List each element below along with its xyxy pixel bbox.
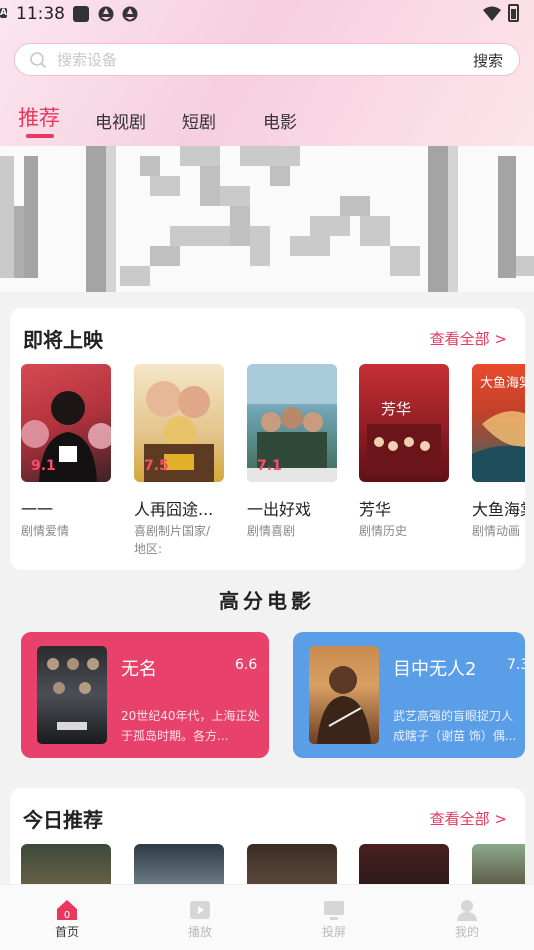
nav-play-label: 播放 xyxy=(187,925,212,939)
play-icon xyxy=(190,901,210,919)
tab-tv-series[interactable]: 电视剧 xyxy=(95,108,146,133)
bottom-navigation: 0 首页 播放 投屏 我的 xyxy=(0,884,534,950)
high-score-description: 武艺高强的盲眼捉刀人成瞎子（谢苗 饰）偶... xyxy=(393,709,517,743)
notification-square-icon xyxy=(73,6,89,22)
category-tabs: 推荐 电视剧 短剧 电影 xyxy=(0,100,534,140)
movie-title: 大鱼海棠 xyxy=(472,500,525,519)
search-button[interactable]: 搜索 xyxy=(473,50,503,71)
today-title: 今日推荐 xyxy=(23,808,103,832)
aperture-icon xyxy=(98,6,114,22)
poster-title-text: 大鱼海棠 xyxy=(480,376,525,391)
banner-image[interactable] xyxy=(0,146,534,292)
tab-recommend[interactable]: 推荐 xyxy=(18,102,60,132)
tab-short-drama[interactable]: 短剧 xyxy=(182,108,216,133)
today-section: 今日推荐 查看全部 > xyxy=(10,788,525,898)
high-score-movie-title: 目中无人2 xyxy=(393,659,477,680)
movie-title: 人再囧途... xyxy=(134,500,214,519)
aperture-icon xyxy=(122,6,138,22)
upcoming-title: 即将上映 xyxy=(23,328,103,352)
upcoming-section: 即将上映 查看全部 > 9.1 一一 剧情爱情 7.5 人再囧途... 喜剧制片… xyxy=(10,308,525,570)
high-score-rating: 7.3 xyxy=(507,657,525,673)
high-score-card[interactable]: 目中无人2 7.3 武艺高强的盲眼捉刀人成瞎子（谢苗 饰）偶... xyxy=(293,632,525,758)
svg-text:0: 0 xyxy=(64,910,70,921)
nav-home[interactable]: 0 首页 xyxy=(27,885,107,950)
movie-genre: 剧情历史 xyxy=(359,524,408,538)
high-score-description: 20世纪40年代，上海正处于孤岛时期。各方... xyxy=(121,709,260,743)
movie-poster xyxy=(309,646,379,744)
nav-cast[interactable]: 投屏 xyxy=(294,885,374,950)
movie-genre: 剧情爱情 xyxy=(21,524,70,538)
nav-play[interactable]: 播放 xyxy=(160,885,240,950)
movie-title: 一一 xyxy=(21,500,54,519)
nav-profile-label: 我的 xyxy=(454,925,479,939)
tab-active-indicator xyxy=(26,134,54,138)
high-score-card[interactable]: 无名 6.6 20世纪40年代，上海正处于孤岛时期。各方... xyxy=(21,632,269,758)
movie-rating: 7.1 xyxy=(257,458,282,474)
nav-cast-label: 投屏 xyxy=(321,925,346,939)
movie-title: 芳华 xyxy=(359,500,392,519)
movie-rating: 7.5 xyxy=(144,458,169,474)
movie-genre: 剧情动画 xyxy=(472,524,521,538)
cast-icon xyxy=(324,901,344,920)
search-icon xyxy=(30,52,47,69)
movie-poster: 芳华 xyxy=(359,364,449,482)
user-icon xyxy=(457,900,477,921)
high-score-movie-title: 无名 xyxy=(121,659,157,680)
status-bar: 11:38 A xyxy=(0,0,534,28)
nav-profile[interactable]: 我的 xyxy=(427,885,507,950)
tab-movies[interactable]: 电影 xyxy=(263,108,297,133)
poster-title-text: 芳华 xyxy=(381,400,412,418)
search-bar[interactable]: 搜索 xyxy=(14,43,520,76)
movie-title: 一出好戏 xyxy=(247,500,312,519)
nav-home-label: 首页 xyxy=(54,925,79,939)
upcoming-view-all-link[interactable]: 查看全部 > xyxy=(430,328,507,349)
banner-pixel-art xyxy=(0,146,534,292)
movie-genre: 剧情喜剧 xyxy=(247,524,296,538)
status-time: 11:38 xyxy=(16,4,65,24)
wifi-icon xyxy=(483,6,501,21)
movie-rating: 9.1 xyxy=(31,458,56,474)
today-view-all-link[interactable]: 查看全部 > xyxy=(430,808,507,829)
search-input[interactable] xyxy=(57,48,437,72)
notification-a-icon: A xyxy=(0,8,7,18)
movie-genre: 喜剧制片国家/地区: xyxy=(134,524,211,556)
high-score-title: 高分电影 xyxy=(219,589,315,613)
high-score-rating: 6.6 xyxy=(235,657,258,673)
movie-poster: 大鱼海棠 xyxy=(472,364,525,482)
battery-icon xyxy=(508,4,519,22)
movie-poster xyxy=(37,646,107,744)
home-icon: 0 xyxy=(57,900,77,921)
